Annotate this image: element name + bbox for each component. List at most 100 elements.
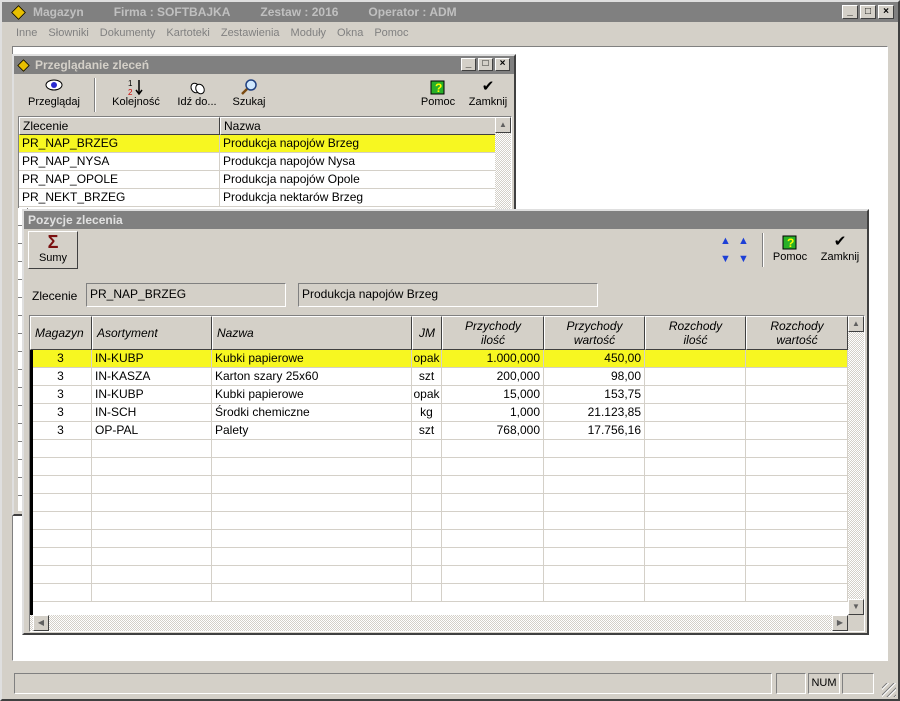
menu-okna[interactable]: Okna xyxy=(337,27,363,39)
cell-asortyment: IN-KUBP xyxy=(92,386,212,403)
previous-record-icon[interactable]: ▲ xyxy=(738,235,749,247)
positions-grid-header: Magazyn Asortyment Nazwa JM Przychody il… xyxy=(30,316,864,350)
help-button[interactable]: ? Pomoc xyxy=(770,233,810,263)
cell-magazyn xyxy=(30,512,92,529)
empty-row[interactable] xyxy=(30,548,864,566)
col-header-przychody-ilosc[interactable]: Przychody ilość xyxy=(442,316,544,350)
scroll-up-arrow-icon[interactable]: ▲ xyxy=(495,117,511,133)
cell-nazwa: Produkcja napojów Nysa xyxy=(220,153,497,170)
status-bar: NUM xyxy=(2,663,898,699)
search-button[interactable]: Szukaj xyxy=(226,78,272,108)
help-button[interactable]: ? Pomoc xyxy=(418,78,458,108)
cell-rozchody-wartosc xyxy=(746,476,848,493)
scroll-down-arrow-icon[interactable]: ▼ xyxy=(848,599,864,615)
col-header-nazwa[interactable]: Nazwa xyxy=(220,117,497,135)
cell-asortyment: OP-PAL xyxy=(92,422,212,439)
resize-grip[interactable] xyxy=(882,683,896,697)
cell-jm xyxy=(412,548,442,565)
cell-rozchody-ilosc xyxy=(645,584,746,601)
cell-jm: szt xyxy=(412,422,442,439)
positions-horizontal-scrollbar[interactable]: ◀ ▶ xyxy=(30,615,848,631)
table-row[interactable]: PR_NAP_BRZEG Produkcja napojów Brzeg xyxy=(19,135,511,153)
col-header-zlecenie[interactable]: Zlecenie xyxy=(19,117,220,135)
table-row[interactable]: PR_NAP_OPOLE Produkcja napojów Opole xyxy=(19,171,511,189)
minimize-button[interactable]: _ xyxy=(842,5,858,19)
close-window-button[interactable]: ✔ Zamknij xyxy=(818,233,862,263)
order-button[interactable]: 12 Kolejność xyxy=(108,78,164,108)
empty-row[interactable] xyxy=(30,584,864,602)
cell-rozchody-wartosc xyxy=(746,512,848,529)
minimize-button[interactable]: _ xyxy=(461,58,476,71)
cell-nazwa xyxy=(212,440,412,457)
empty-row[interactable] xyxy=(30,458,864,476)
empty-row[interactable] xyxy=(30,494,864,512)
cell-jm xyxy=(412,476,442,493)
table-row[interactable]: PR_NEKT_BRZEG Produkcja nektarów Brzeg xyxy=(19,189,511,207)
cell-rozchody-ilosc xyxy=(645,386,746,403)
col-header-przychody-wartosc[interactable]: Przychody wartość xyxy=(544,316,645,350)
cell-rozchody-ilosc xyxy=(645,422,746,439)
cell-przychody-ilosc: 1,000 xyxy=(442,404,544,421)
empty-row[interactable] xyxy=(30,476,864,494)
menu-slowniki[interactable]: Słowniki xyxy=(48,27,88,39)
goto-label: Idź do... xyxy=(177,96,217,108)
empty-row[interactable] xyxy=(30,566,864,584)
cell-rozchody-wartosc xyxy=(746,368,848,385)
close-button[interactable]: × xyxy=(878,5,894,19)
menu-dokumenty[interactable]: Dokumenty xyxy=(100,27,156,39)
scroll-up-arrow-icon[interactable]: ▲ xyxy=(848,316,864,332)
cell-rozchody-ilosc xyxy=(645,458,746,475)
table-row[interactable]: PR_NAP_NYSA Produkcja napojów Nysa xyxy=(19,153,511,171)
positions-vertical-scrollbar[interactable]: ▲ ▼ xyxy=(848,316,864,615)
toolbar-separator xyxy=(762,233,764,267)
col-header-nazwa[interactable]: Nazwa xyxy=(212,316,412,350)
table-row[interactable]: 3 OP-PAL Palety szt 768,000 17.756,16 xyxy=(30,422,864,440)
cell-nazwa xyxy=(212,494,412,511)
empty-row[interactable] xyxy=(30,530,864,548)
order-positions-window: Pozycje zlecenia Σ Sumy ▲ ▲ ▼ ▼ ? Pomoc … xyxy=(22,209,869,635)
maximize-button[interactable]: □ xyxy=(478,58,493,71)
col-header-jm[interactable]: JM xyxy=(412,316,442,350)
col-header-asortyment[interactable]: Asortyment xyxy=(92,316,212,350)
cell-przychody-wartosc xyxy=(544,530,645,547)
cell-jm: kg xyxy=(412,404,442,421)
sigma-icon: Σ xyxy=(47,232,59,252)
first-record-icon[interactable]: ▲ xyxy=(720,235,731,247)
table-row[interactable]: 3 IN-KUBP Kubki papierowe opak 15,000 153,75 xyxy=(30,386,864,404)
empty-row[interactable] xyxy=(30,440,864,458)
next-record-icon[interactable]: ▼ xyxy=(738,253,749,265)
scroll-right-arrow-icon[interactable]: ▶ xyxy=(832,615,848,631)
close-window-button[interactable]: ✔ Zamknij xyxy=(466,78,510,108)
close-button[interactable]: × xyxy=(495,58,510,71)
cell-asortyment xyxy=(92,566,212,583)
cell-zlecenie: PR_NAP_BRZEG xyxy=(19,135,220,152)
cell-rozchody-wartosc xyxy=(746,440,848,457)
eye-icon xyxy=(24,78,84,96)
cell-magazyn: 3 xyxy=(30,404,92,421)
col-header-rozchody-ilosc[interactable]: Rozchody ilość xyxy=(645,316,746,350)
table-row[interactable]: 3 IN-SCH Środki chemiczne kg 1,000 21.123,85 xyxy=(30,404,864,422)
menu-kartoteki[interactable]: Kartoteki xyxy=(166,27,209,39)
menu-moduly[interactable]: Moduły xyxy=(291,27,326,39)
table-row[interactable]: 3 IN-KUBP Kubki papierowe opak 1.000,000 450,… xyxy=(30,350,864,368)
record-navigation: ▲ ▲ ▼ ▼ xyxy=(720,235,754,267)
goto-button[interactable]: Idź do... xyxy=(172,78,222,108)
cell-jm xyxy=(412,494,442,511)
menu-pomoc[interactable]: Pomoc xyxy=(374,27,408,39)
browse-button[interactable]: Przeglądaj xyxy=(24,78,84,108)
menu-zestawienia[interactable]: Zestawienia xyxy=(221,27,280,39)
scroll-left-arrow-icon[interactable]: ◀ xyxy=(33,615,49,631)
sums-button[interactable]: Σ Sumy xyxy=(28,231,78,269)
col-header-magazyn[interactable]: Magazyn xyxy=(30,316,92,350)
positions-window-titlebar: Pozycje zlecenia xyxy=(24,211,867,229)
last-record-icon[interactable]: ▼ xyxy=(720,253,731,265)
checkmark-icon: ✔ xyxy=(833,233,847,250)
cell-magazyn xyxy=(30,494,92,511)
table-row[interactable]: 3 IN-KASZA Karton szary 25x60 szt 200,000 98,… xyxy=(30,368,864,386)
empty-row[interactable] xyxy=(30,512,864,530)
maximize-button[interactable]: □ xyxy=(860,5,876,19)
menu-inne[interactable]: Inne xyxy=(16,27,37,39)
header-line: Przychody xyxy=(464,319,522,333)
col-header-rozchody-wartosc[interactable]: Rozchody wartość xyxy=(746,316,848,350)
svg-text:?: ? xyxy=(787,236,794,250)
